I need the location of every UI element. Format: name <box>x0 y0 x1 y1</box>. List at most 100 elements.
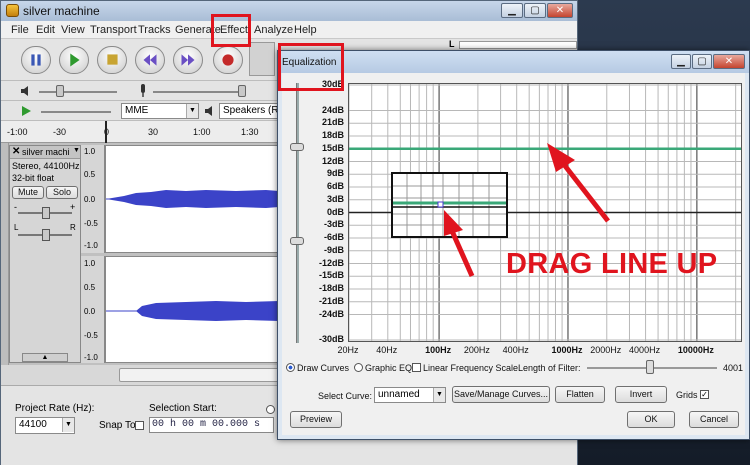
skip-start-button[interactable] <box>135 46 165 74</box>
db-tick-label: 18dB <box>321 130 344 140</box>
eq-titlebar[interactable]: Equalization ▁ ▢ ✕ <box>278 51 749 73</box>
hz-tick-label: 1000Hz <box>551 345 583 355</box>
skip-start-icon <box>143 54 157 66</box>
chevron-down-icon: ▼ <box>62 418 74 432</box>
save-manage-curves-button[interactable]: Save/Manage Curves... <box>452 386 550 403</box>
pan-left-label: L <box>14 223 19 232</box>
db-tick-label: 15dB <box>321 142 344 153</box>
main-titlebar[interactable]: silver machine ▁ ▢ ✕ <box>1 1 577 21</box>
chevron-down-icon: ▼ <box>186 104 198 118</box>
record-button[interactable] <box>213 46 243 74</box>
eq-gain-slider-track[interactable] <box>296 83 299 343</box>
gain-plus-label: + <box>70 202 76 212</box>
draw-curves-label: Draw Curves <box>297 363 350 373</box>
db-tick-label: -9dB <box>324 244 344 255</box>
scale-label: 1.0 <box>84 259 96 268</box>
linear-frequency-label: Linear Frequency Scale <box>423 363 519 373</box>
filter-length-value: 4001 <box>723 363 744 373</box>
mute-button[interactable]: Mute <box>12 186 44 199</box>
menu-view[interactable]: View <box>61 24 85 36</box>
output-device-select[interactable]: Speakers (Realt <box>219 103 281 119</box>
stop-button[interactable] <box>97 46 127 74</box>
db-tick-label: 12dB <box>321 155 344 166</box>
snap-to-checkbox[interactable] <box>135 421 144 430</box>
equalization-dialog: Equalization ▁ ▢ ✕ 30dB 24dB 21dB 18dB 15dB 1… <box>277 50 750 440</box>
track-name[interactable]: silver machi <box>22 147 70 157</box>
select-curve-dropdown[interactable]: unnamed ▼ <box>374 387 446 403</box>
audio-host-select[interactable]: MME ▼ <box>121 103 199 119</box>
flatten-button[interactable]: Flatten <box>555 386 605 403</box>
db-tick-label: -21dB <box>318 295 344 306</box>
snap-to-label: Snap To <box>99 420 136 431</box>
close-track-icon[interactable]: ✕ <box>12 146 20 157</box>
skip-end-button[interactable] <box>173 46 203 74</box>
menu-file[interactable]: File <box>11 24 29 36</box>
scale-label: -0.5 <box>84 219 98 228</box>
playback-volume-slider[interactable] <box>39 91 117 93</box>
pause-button[interactable] <box>21 46 51 74</box>
output-speaker-icon <box>205 106 212 116</box>
window-title: silver machine <box>23 4 100 18</box>
scale-label: 0.0 <box>84 195 96 204</box>
db-tick-label: 21dB <box>321 117 344 128</box>
hz-tick-label: 40Hz <box>376 345 398 355</box>
db-tick-label: -18dB <box>318 283 344 293</box>
filter-length-thumb[interactable] <box>646 360 654 374</box>
project-rate-value: 44100 <box>19 419 47 430</box>
recording-volume-thumb[interactable] <box>238 85 246 97</box>
audio-host-value: MME <box>125 105 149 116</box>
ruler-label: -30 <box>53 127 67 137</box>
hz-tick-label: 2000Hz <box>590 345 622 355</box>
invert-button[interactable]: Invert <box>615 386 667 403</box>
solo-button[interactable]: Solo <box>46 186 78 199</box>
eq-maximize-button[interactable]: ▢ <box>692 54 712 69</box>
chevron-down-icon: ▼ <box>433 388 445 402</box>
select-curve-label: Select Curve: <box>318 391 373 401</box>
db-tick-label: 9dB <box>326 168 344 179</box>
db-tick-label: -3dB <box>324 219 344 230</box>
db-tick-label: -15dB <box>318 270 344 281</box>
minimize-button[interactable]: ▁ <box>501 3 523 18</box>
preview-button[interactable]: Preview <box>290 411 342 428</box>
play-button[interactable] <box>59 46 89 74</box>
draw-curves-radio[interactable] <box>286 363 295 372</box>
skip-end-icon <box>181 54 195 66</box>
recording-volume-slider[interactable] <box>153 91 243 93</box>
track-left-margin <box>1 143 9 365</box>
play-speed-slider[interactable] <box>41 111 111 113</box>
eq-close-button[interactable]: ✕ <box>713 54 745 69</box>
scrollbar-thumb[interactable] <box>119 368 279 382</box>
cancel-button[interactable]: Cancel <box>689 411 739 428</box>
linear-frequency-checkbox[interactable] <box>412 363 421 372</box>
track-header: ✕ silver machi ▼ <box>10 146 80 159</box>
menu-transport[interactable]: Transport <box>90 24 137 36</box>
ruler-label: 1:00 <box>193 127 211 137</box>
ok-button[interactable]: OK <box>627 411 675 428</box>
menu-analyze[interactable]: Analyze <box>254 24 293 36</box>
project-rate-select[interactable]: 44100 ▼ <box>15 417 75 434</box>
playback-volume-thumb[interactable] <box>56 85 64 97</box>
ruler-label: 1:30 <box>241 127 259 137</box>
hz-tick-label: 20Hz <box>337 345 359 355</box>
menu-tracks[interactable]: Tracks <box>138 24 171 36</box>
tools-toolbar <box>249 42 275 76</box>
selection-mode-radio[interactable] <box>266 405 275 414</box>
recording-meter[interactable] <box>459 41 577 49</box>
eq-minimize-button[interactable]: ▁ <box>671 54 691 69</box>
maximize-button[interactable]: ▢ <box>524 3 546 18</box>
collapse-track-button[interactable]: ▲ <box>22 353 68 362</box>
track-menu-chevron-icon[interactable]: ▼ <box>73 147 80 154</box>
graphic-eq-radio[interactable] <box>354 363 363 372</box>
menu-edit[interactable]: Edit <box>36 24 55 36</box>
play-icon <box>70 53 80 67</box>
pan-slider-thumb[interactable] <box>42 229 50 241</box>
gain-minus-label: - <box>14 202 17 212</box>
grids-checkbox[interactable]: ✓ <box>700 390 709 399</box>
close-button[interactable]: ✕ <box>547 3 573 18</box>
db-tick-label: 3dB <box>326 193 344 204</box>
gain-slider-thumb[interactable] <box>42 207 50 219</box>
selection-start-field[interactable]: 00 h 00 m 00.000 s <box>149 417 274 433</box>
effect-menu-highlight <box>211 14 251 47</box>
menu-help[interactable]: Help <box>294 24 317 36</box>
record-icon <box>222 54 234 66</box>
